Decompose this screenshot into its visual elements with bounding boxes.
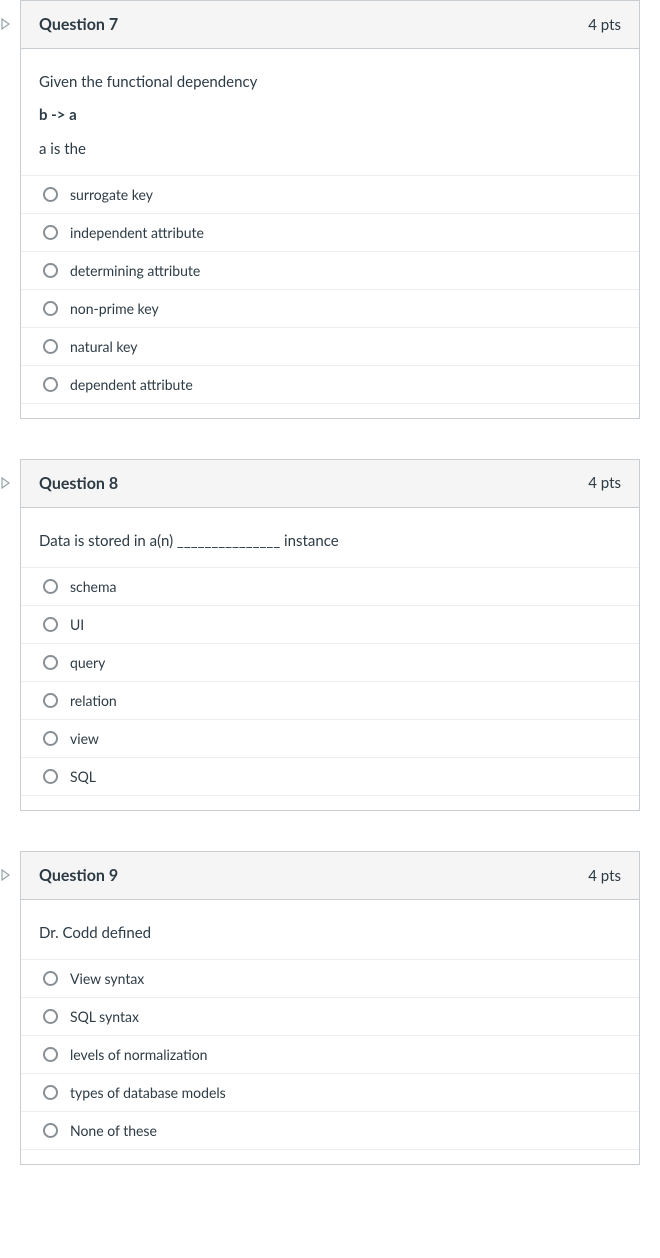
answer-label: view [70, 730, 99, 747]
answer-radio[interactable] [43, 617, 58, 632]
question-header: Question 7 4 pts [21, 1, 639, 49]
answer-option[interactable]: view [21, 719, 639, 757]
answers-list: View syntax SQL syntax levels of normali… [21, 959, 639, 1150]
answer-radio[interactable] [43, 1009, 58, 1024]
answer-option[interactable]: schema [21, 567, 639, 605]
answer-radio[interactable] [43, 1123, 58, 1138]
answers-list: schema UI query relation view SQL [21, 567, 639, 796]
question-header: Question 9 4 pts [21, 852, 639, 900]
question-points: 4 pts [588, 474, 621, 492]
answers-list: surrogate key independent attribute dete… [21, 175, 639, 404]
answer-option[interactable]: non-prime key [21, 289, 639, 327]
answer-radio[interactable] [43, 693, 58, 708]
answer-option[interactable]: relation [21, 681, 639, 719]
answer-label: types of database models [70, 1084, 226, 1101]
question-text-line: a is the [39, 138, 621, 161]
answer-label: query [70, 654, 105, 671]
question-block: Question 9 4 pts Dr. Codd defined View s… [20, 851, 640, 1165]
question-block: Question 8 4 pts Data is stored in a(n) … [20, 459, 640, 811]
question-text-line: Data is stored in a(n) _______________ i… [39, 530, 621, 553]
question-title: Question 9 [39, 866, 118, 885]
answer-option[interactable]: UI [21, 605, 639, 643]
question-text-line: b -> a [39, 104, 621, 127]
answer-label: levels of normalization [70, 1046, 207, 1063]
answer-radio[interactable] [43, 187, 58, 202]
answer-label: natural key [70, 338, 137, 355]
question-text-line: Given the functional dependency [39, 71, 621, 94]
answer-label: relation [70, 692, 117, 709]
answer-label: surrogate key [70, 186, 153, 203]
question-points: 4 pts [588, 16, 621, 34]
answer-radio[interactable] [43, 731, 58, 746]
answer-option[interactable]: types of database models [21, 1073, 639, 1111]
question-block: Question 7 4 pts Given the functional de… [20, 0, 640, 419]
answer-radio[interactable] [43, 339, 58, 354]
answer-radio[interactable] [43, 655, 58, 670]
answer-option[interactable]: independent attribute [21, 213, 639, 251]
question-body: Data is stored in a(n) _______________ i… [21, 508, 639, 567]
question-title: Question 7 [39, 15, 118, 34]
answer-radio[interactable] [43, 377, 58, 392]
answer-option[interactable]: surrogate key [21, 175, 639, 213]
answer-option[interactable]: View syntax [21, 959, 639, 997]
answer-label: SQL syntax [70, 1008, 139, 1025]
question-title: Question 8 [39, 474, 118, 493]
answer-option[interactable]: SQL [21, 757, 639, 796]
answer-label: UI [70, 616, 84, 633]
question-marker-icon [0, 868, 13, 882]
question-body: Given the functional dependency b -> a a… [21, 49, 639, 175]
answer-label: non-prime key [70, 300, 159, 317]
question-points: 4 pts [588, 867, 621, 885]
question-body: Dr. Codd defined [21, 900, 639, 959]
question-text-line: Dr. Codd defined [39, 922, 621, 945]
answer-radio[interactable] [43, 1085, 58, 1100]
answer-option[interactable]: dependent attribute [21, 365, 639, 404]
answer-label: dependent attribute [70, 376, 193, 393]
answer-option[interactable]: levels of normalization [21, 1035, 639, 1073]
answer-radio[interactable] [43, 579, 58, 594]
answer-option[interactable]: None of these [21, 1111, 639, 1150]
answer-label: schema [70, 578, 116, 595]
answer-label: SQL [70, 768, 96, 785]
answer-label: determining attribute [70, 262, 200, 279]
question-header: Question 8 4 pts [21, 460, 639, 508]
answer-option[interactable]: determining attribute [21, 251, 639, 289]
question-marker-icon [0, 17, 13, 31]
answer-radio[interactable] [43, 971, 58, 986]
answer-radio[interactable] [43, 301, 58, 316]
answer-radio[interactable] [43, 1047, 58, 1062]
question-marker-icon [0, 476, 13, 490]
answer-radio[interactable] [43, 225, 58, 240]
answer-label: None of these [70, 1122, 157, 1139]
answer-label: View syntax [70, 970, 144, 987]
answer-option[interactable]: natural key [21, 327, 639, 365]
answer-option[interactable]: query [21, 643, 639, 681]
answer-radio[interactable] [43, 263, 58, 278]
answer-label: independent attribute [70, 224, 204, 241]
answer-option[interactable]: SQL syntax [21, 997, 639, 1035]
answer-radio[interactable] [43, 769, 58, 784]
